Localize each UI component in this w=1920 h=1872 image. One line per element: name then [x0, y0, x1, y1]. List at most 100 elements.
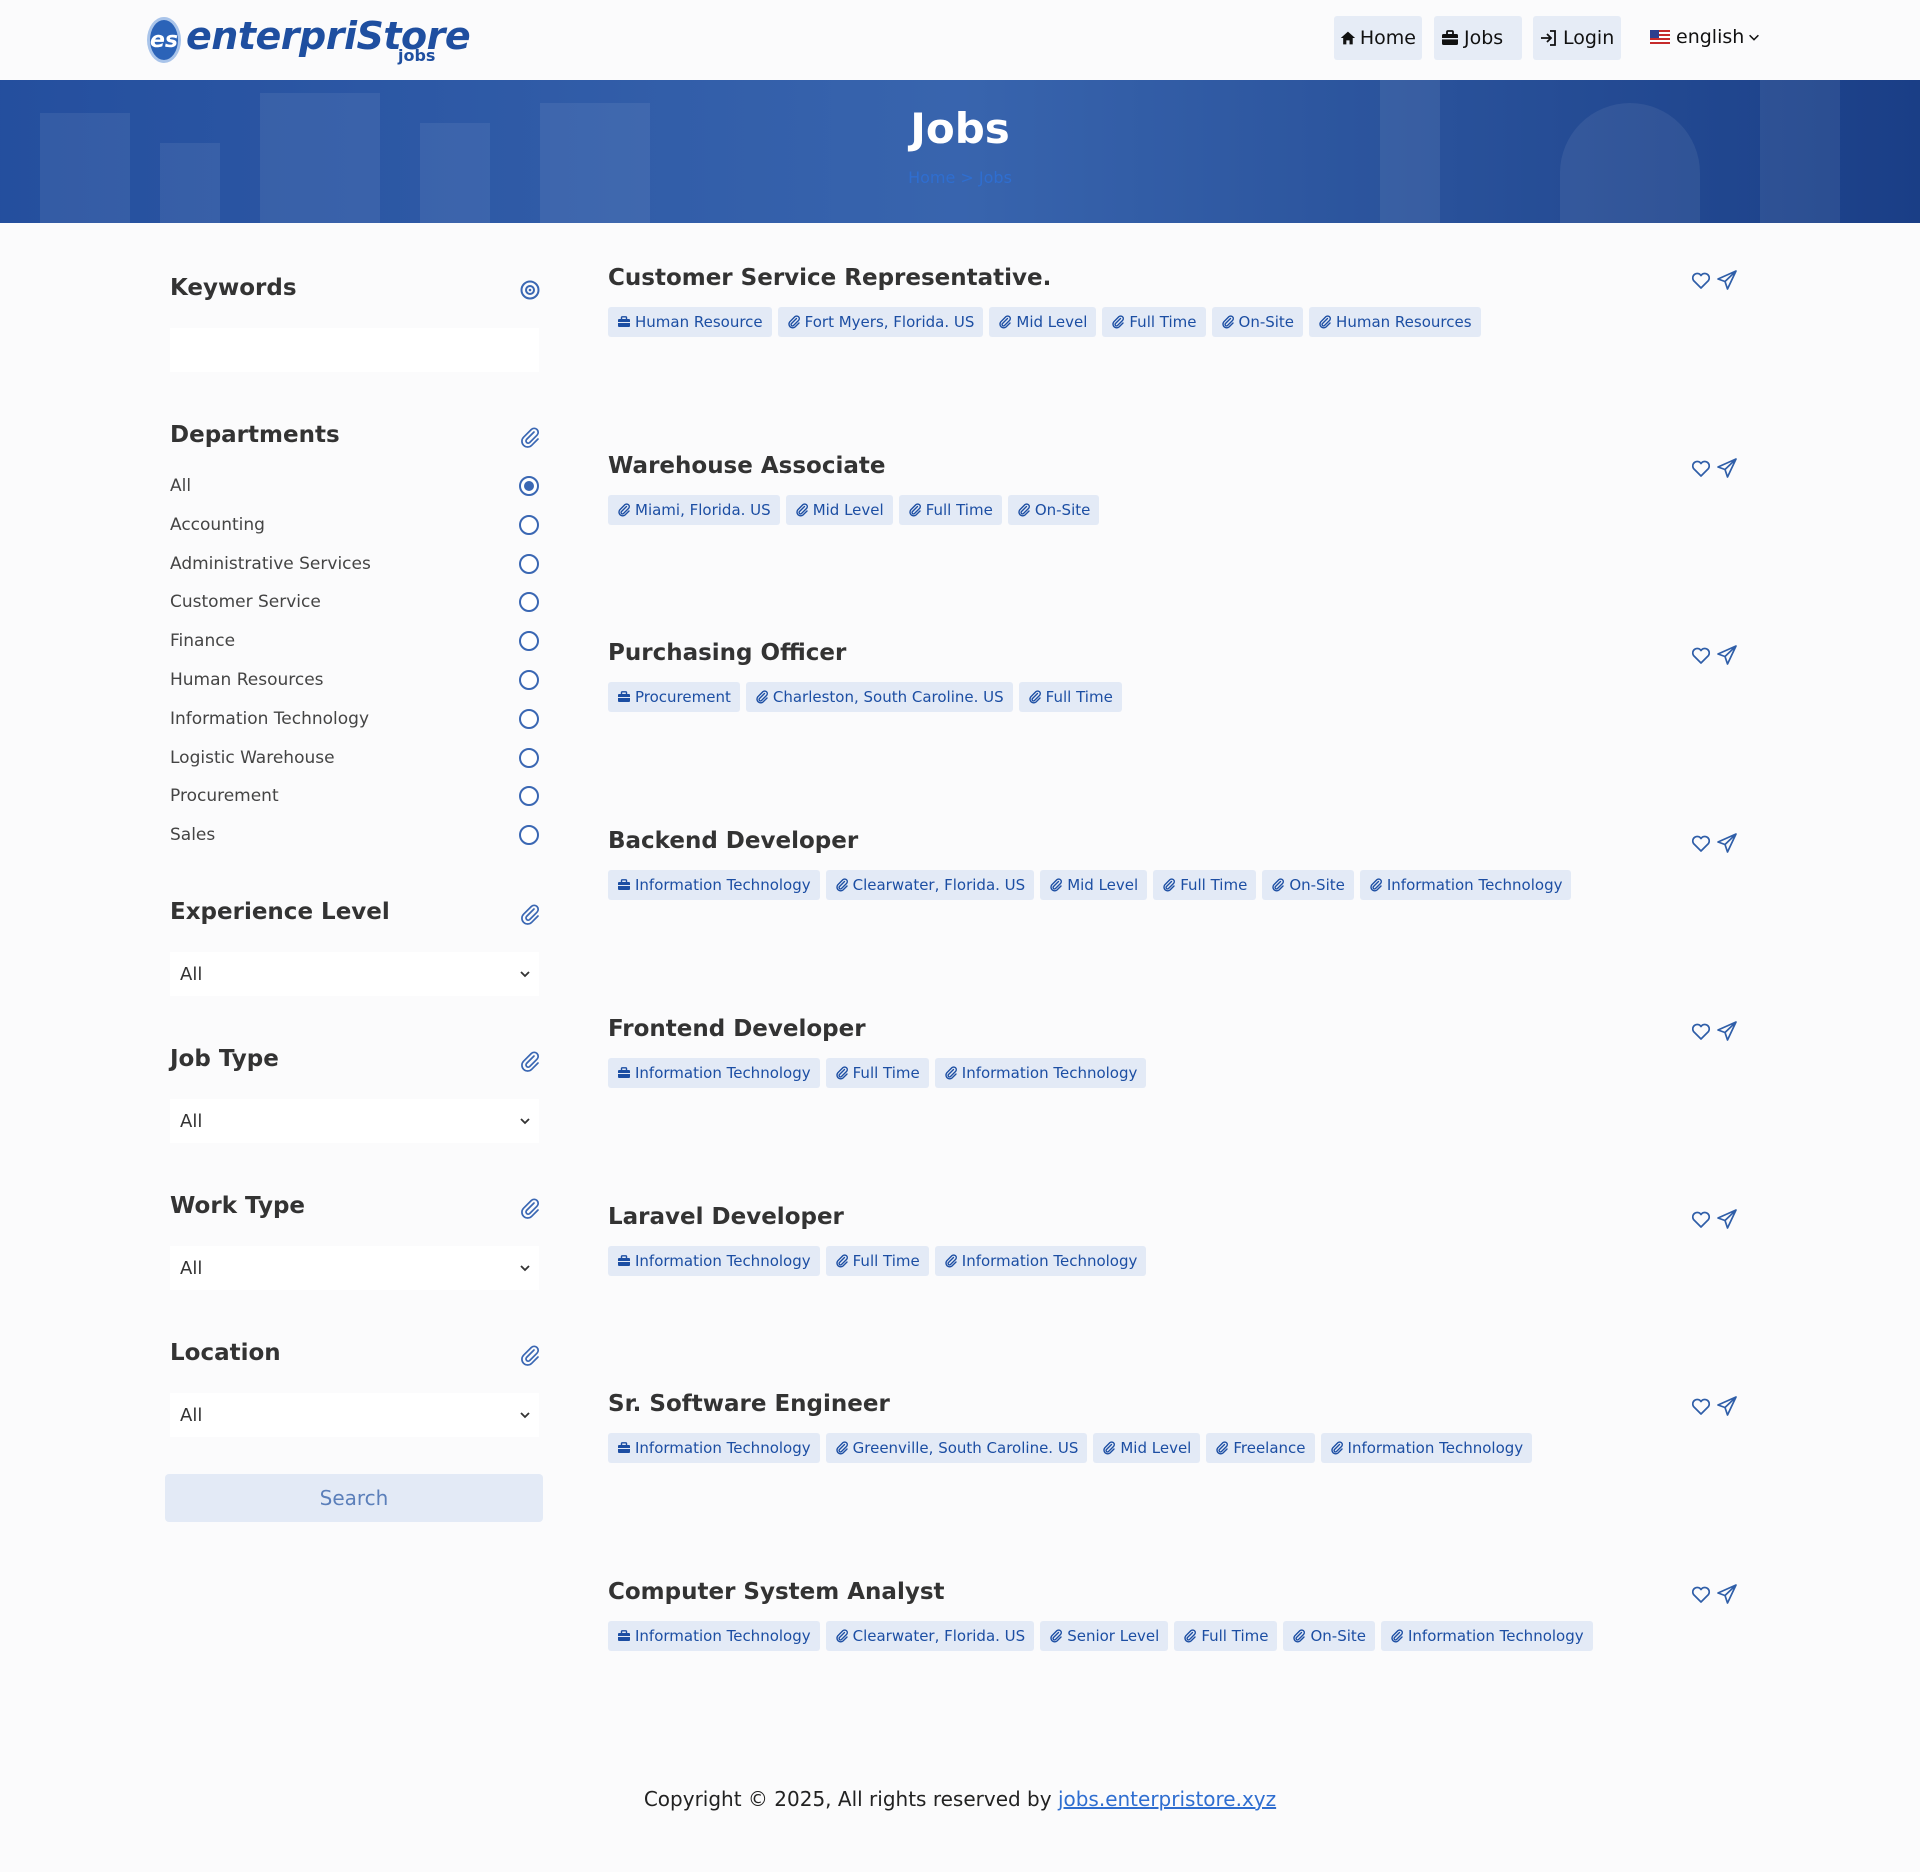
footer-link[interactable]: jobs.enterpristore.xyz: [1058, 1787, 1276, 1811]
job-tag[interactable]: Senior Level: [1040, 1620, 1169, 1651]
nav-jobs-button[interactable]: Jobs: [1434, 16, 1522, 60]
location-heading: Location: [170, 1340, 281, 1366]
job-tag[interactable]: Information Technology: [934, 1245, 1147, 1276]
send-icon[interactable]: [1716, 644, 1738, 666]
search-button[interactable]: Search: [165, 1474, 543, 1522]
job-tag[interactable]: Full Time: [1018, 682, 1122, 713]
job-tag[interactable]: On-Site: [1211, 307, 1304, 337]
send-icon[interactable]: [1716, 1020, 1738, 1042]
send-icon[interactable]: [1716, 832, 1738, 854]
job-tag[interactable]: Information Technology: [1359, 870, 1572, 901]
department-radio[interactable]: [519, 592, 539, 613]
paperclip-icon: [1162, 878, 1180, 892]
heart-icon[interactable]: [1690, 1208, 1712, 1230]
paperclip-icon: [998, 315, 1016, 329]
department-option-label[interactable]: Logistic Warehouse: [170, 748, 335, 768]
nav-home-button[interactable]: Home: [1334, 16, 1422, 60]
job-title[interactable]: Customer Service Representative.: [608, 265, 1051, 291]
department-radio[interactable]: [519, 631, 539, 652]
job-tag[interactable]: Clearwater, Florida. US: [825, 870, 1035, 901]
job-tag[interactable]: Full Time: [1174, 1620, 1278, 1651]
logo[interactable]: es enterpriStore jobs: [150, 12, 471, 68]
job-title[interactable]: Computer System Analyst: [608, 1579, 945, 1605]
chevron-down-icon: [520, 1412, 530, 1419]
nav-login-button[interactable]: Login: [1533, 16, 1621, 60]
heart-icon[interactable]: [1690, 832, 1712, 854]
job-title[interactable]: Laravel Developer: [608, 1204, 844, 1230]
department-option-label[interactable]: All: [170, 476, 191, 496]
send-icon[interactable]: [1716, 1208, 1738, 1230]
department-radio[interactable]: [519, 747, 539, 768]
job-tag[interactable]: Information Technology: [1381, 1620, 1593, 1651]
department-option-label[interactable]: Procurement: [170, 786, 279, 806]
department-radio[interactable]: [519, 786, 539, 807]
location-select[interactable]: All: [170, 1393, 539, 1437]
job-tag[interactable]: Full Time: [898, 494, 1002, 525]
job-tag[interactable]: Mid Level: [1093, 1433, 1201, 1464]
department-option-label[interactable]: Information Technology: [170, 709, 369, 729]
job-tag[interactable]: Clearwater, Florida. US: [825, 1620, 1035, 1651]
heart-icon[interactable]: [1690, 457, 1712, 479]
send-icon[interactable]: [1716, 457, 1738, 479]
department-option-label[interactable]: Accounting: [170, 515, 265, 535]
department-radio[interactable]: [519, 553, 539, 574]
job-tag[interactable]: Greenville, South Caroline. US: [825, 1433, 1088, 1464]
job-tag[interactable]: Information Technology: [608, 1057, 820, 1088]
worktype-value: All: [180, 1257, 203, 1279]
job-tag[interactable]: On-Site: [1007, 494, 1100, 525]
send-icon[interactable]: [1716, 1583, 1738, 1605]
job-title[interactable]: Sr. Software Engineer: [608, 1391, 890, 1417]
jobtype-select[interactable]: All: [170, 1099, 539, 1143]
breadcrumb-home[interactable]: Home: [908, 168, 955, 187]
job-tag[interactable]: On-Site: [1262, 870, 1354, 901]
job-tag[interactable]: Information Technology: [608, 1245, 820, 1276]
job-tag[interactable]: Full Time: [1102, 307, 1206, 337]
department-radio[interactable]: [519, 708, 539, 729]
language-selector[interactable]: english: [1650, 26, 1761, 48]
department-option-label[interactable]: Human Resources: [170, 670, 324, 690]
department-radio[interactable]: [519, 476, 539, 496]
heart-icon[interactable]: [1690, 1395, 1712, 1417]
job-tag[interactable]: Charleston, South Caroline. US: [745, 682, 1013, 713]
department-radio[interactable]: [519, 825, 539, 846]
paperclip-icon: [1390, 1629, 1408, 1643]
job-tag[interactable]: Miami, Florida. US: [608, 494, 780, 525]
job-tag[interactable]: Information Technology: [1320, 1433, 1533, 1464]
job-tag[interactable]: Mid Level: [785, 494, 893, 525]
job-tag[interactable]: Full Time: [825, 1245, 929, 1276]
job-tag[interactable]: Mid Level: [989, 307, 1097, 337]
keywords-input[interactable]: [170, 328, 539, 372]
worktype-select[interactable]: All: [170, 1246, 539, 1290]
department-option-label[interactable]: Administrative Services: [170, 554, 371, 574]
job-tag[interactable]: Information Technology: [608, 870, 820, 901]
job-title[interactable]: Backend Developer: [608, 828, 858, 854]
department-option-label[interactable]: Finance: [170, 631, 235, 651]
job-tag[interactable]: Human Resource: [608, 307, 772, 337]
experience-select[interactable]: All: [170, 952, 539, 996]
job-title[interactable]: Purchasing Officer: [608, 640, 846, 666]
job-tag[interactable]: Human Resources: [1309, 307, 1481, 337]
job-title[interactable]: Frontend Developer: [608, 1016, 866, 1042]
job-tag[interactable]: Mid Level: [1040, 870, 1148, 901]
job-tag[interactable]: Fort Myers, Florida. US: [777, 307, 984, 337]
job-tag[interactable]: Information Technology: [934, 1057, 1147, 1088]
heart-icon[interactable]: [1690, 269, 1712, 291]
job-tag[interactable]: Procurement: [608, 682, 740, 713]
heart-icon[interactable]: [1690, 1583, 1712, 1605]
job-tag[interactable]: Information Technology: [608, 1433, 820, 1464]
send-icon[interactable]: [1716, 1395, 1738, 1417]
job-tag[interactable]: Full Time: [1153, 870, 1257, 901]
job-tag[interactable]: Full Time: [825, 1057, 929, 1088]
job-tag[interactable]: On-Site: [1283, 1620, 1375, 1651]
heart-icon[interactable]: [1690, 1020, 1712, 1042]
send-icon[interactable]: [1716, 269, 1738, 291]
job-tag[interactable]: Freelance: [1206, 1433, 1315, 1464]
job-title[interactable]: Warehouse Associate: [608, 453, 885, 479]
department-radio[interactable]: [519, 514, 539, 535]
job-tag[interactable]: Information Technology: [608, 1620, 820, 1651]
department-radio[interactable]: [519, 670, 539, 690]
department-option-label[interactable]: Customer Service: [170, 592, 321, 612]
job-actions: [1690, 1583, 1738, 1605]
department-option-label[interactable]: Sales: [170, 825, 215, 845]
heart-icon[interactable]: [1690, 644, 1712, 666]
